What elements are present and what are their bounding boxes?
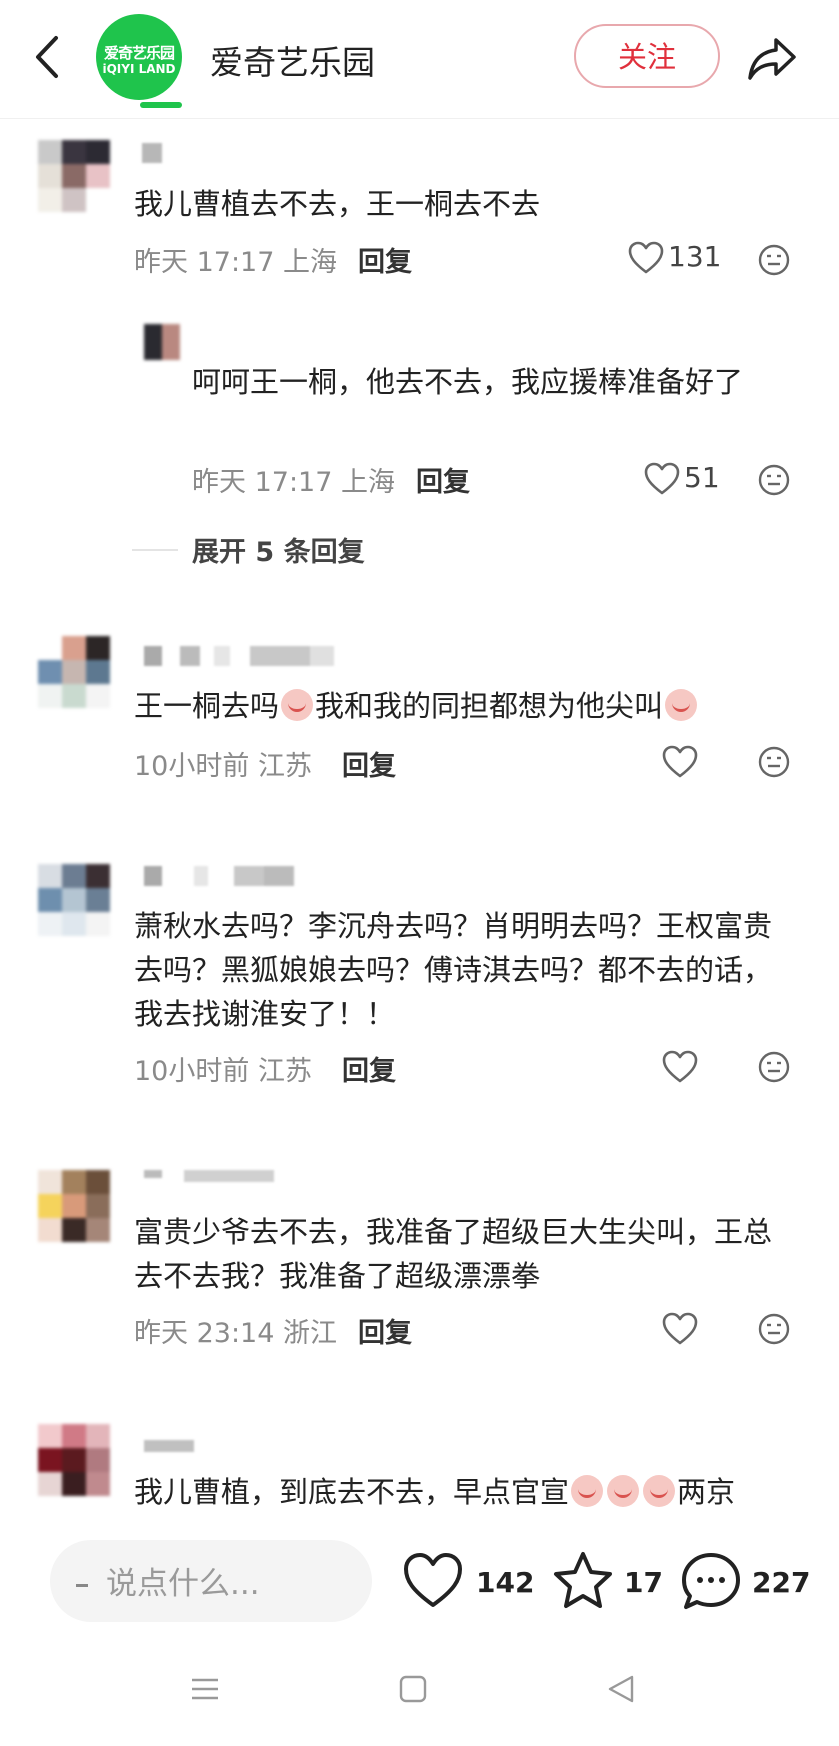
reply-button[interactable]: 回复	[342, 1049, 396, 1088]
reaction-face-icon[interactable]	[758, 746, 790, 778]
reply-button[interactable]: 回复	[342, 744, 396, 783]
reply-time: 昨天 17:17	[192, 467, 333, 498]
reply-button[interactable]: 回复	[416, 460, 470, 499]
avatar[interactable]	[38, 140, 110, 212]
like-heart-icon[interactable]	[662, 1050, 698, 1084]
input-placeholder[interactable]: 说点什么...	[106, 1558, 260, 1603]
page-title[interactable]: 爱奇艺乐园	[210, 36, 375, 84]
comment-bubble-icon[interactable]	[680, 1550, 742, 1612]
back-triangle-icon[interactable]	[606, 1674, 636, 1704]
reply-meta: 昨天 17:17 上海	[192, 460, 395, 499]
comment-location: 江苏	[257, 1056, 312, 1087]
laughing-emoji-icon	[607, 1475, 640, 1507]
reply-location: 上海	[341, 467, 395, 498]
reply-button[interactable]: 回复	[358, 240, 412, 279]
back-arrow-icon[interactable]	[28, 32, 68, 82]
comment-meta: 10小时前 江苏	[134, 1049, 312, 1088]
comment-meta: 10小时前 江苏	[134, 744, 312, 783]
top-bar: 爱奇艺乐园 iQIYI LAND 爱奇艺乐园 关注	[0, 0, 839, 119]
comment-text: 王一桐去吗 我和我的同担都想为他尖叫	[134, 684, 814, 728]
comment-time: 昨天 23:14	[134, 1318, 275, 1349]
avatar[interactable]	[38, 1170, 110, 1242]
comment-text-part: 我儿曹植，到底去不去，早点官宣	[134, 1475, 570, 1509]
avatar[interactable]	[38, 1424, 110, 1496]
star-favorite-icon[interactable]	[552, 1550, 614, 1612]
expand-replies-button[interactable]: 展开 5 条回复	[192, 530, 365, 569]
reaction-face-icon[interactable]	[758, 1313, 790, 1345]
avatar[interactable]	[38, 864, 110, 936]
logo-subtext: iQIYI LAND	[102, 62, 176, 76]
divider	[132, 549, 178, 551]
laughing-emoji-icon	[643, 1475, 676, 1507]
reaction-face-icon[interactable]	[758, 244, 790, 276]
comment-location: 江苏	[257, 751, 312, 782]
crying-emoji-icon	[281, 689, 314, 721]
avatar[interactable]	[38, 636, 110, 708]
comment-text-part: 王一桐去吗	[134, 689, 280, 723]
comment-meta: 昨天 17:17 上海	[134, 240, 337, 279]
like-heart-icon[interactable]	[662, 745, 698, 779]
blushing-emoji-icon	[665, 689, 698, 721]
like-heart-icon[interactable]	[402, 1550, 464, 1612]
comment-text: 富贵少爷去不去，我准备了超级巨大生尖叫，王总去不去我？我准备了超级漂漂拳	[134, 1215, 773, 1293]
laughing-emoji-icon	[571, 1475, 604, 1507]
logo-underline	[140, 102, 182, 108]
comment-count: 227	[752, 1566, 811, 1599]
channel-logo[interactable]: 爱奇艺乐园 iQIYI LAND	[96, 14, 182, 100]
reaction-face-icon[interactable]	[758, 1051, 790, 1083]
like-heart-icon[interactable]	[662, 1312, 698, 1346]
comment-time: 10小时前	[134, 751, 250, 782]
comment-text: 我儿曹植去不去，王一桐去不去	[134, 187, 541, 221]
comment-time: 昨天 17:17	[134, 247, 275, 278]
comment-text-part: 两京	[677, 1475, 736, 1509]
like-count: 142	[476, 1566, 535, 1599]
comment-location: 浙江	[283, 1318, 337, 1349]
menu-icon[interactable]	[190, 1674, 220, 1704]
home-square-icon[interactable]	[398, 1674, 428, 1704]
input-cursor-icon	[76, 1584, 88, 1587]
reply-button[interactable]: 回复	[358, 1311, 412, 1350]
share-icon[interactable]	[744, 30, 800, 86]
like-heart-icon[interactable]	[628, 241, 664, 275]
like-count: 131	[668, 240, 722, 273]
comment-text: 萧秋水去吗？李沉舟去吗？肖明明去吗？王权富贵去吗？黑狐娘娘去吗？傅诗淇去吗？都不…	[134, 909, 773, 1031]
comment-location: 上海	[283, 247, 337, 278]
comment-text-part: 我和我的同担都想为他尖叫	[315, 689, 664, 723]
like-heart-icon[interactable]	[644, 462, 680, 496]
comment-text: 我儿曹植，到底去不去，早点官宣 两京	[134, 1470, 824, 1514]
follow-button[interactable]: 关注	[574, 24, 720, 88]
comment-meta: 昨天 23:14 浙江	[134, 1311, 337, 1350]
reply-text: 呵呵王一桐，他去不去，我应援棒准备好了	[192, 365, 744, 399]
comment-time: 10小时前	[134, 1056, 250, 1087]
reaction-face-icon[interactable]	[758, 464, 790, 496]
reply-avatar[interactable]	[144, 324, 180, 360]
favorite-count: 17	[624, 1566, 663, 1599]
like-count: 51	[684, 461, 720, 494]
bottom-action-bar: 说点什么... 142 17 227	[0, 1514, 839, 1746]
logo-text: 爱奇艺乐园	[103, 44, 175, 62]
